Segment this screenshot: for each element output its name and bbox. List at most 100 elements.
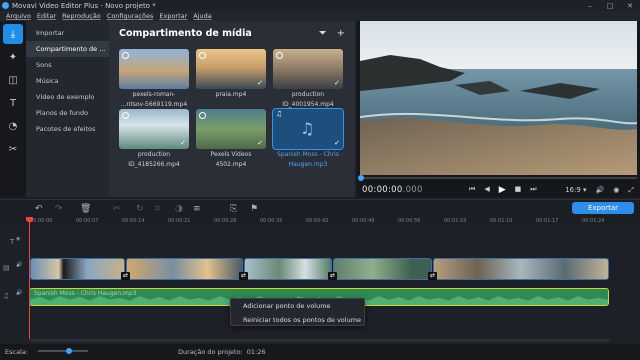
- add-volume-point-item[interactable]: Adicionar ponto de volume: [231, 299, 364, 313]
- video-clip[interactable]: [433, 258, 609, 280]
- aspect-ratio-select[interactable]: 16:9 ▾: [565, 186, 586, 195]
- media-item[interactable]: ✓ production ID_4001954.mp4: [273, 49, 343, 109]
- ruler-tick-label: 00:00:56: [398, 218, 421, 224]
- window-controls: – □ ✕: [580, 2, 640, 10]
- ruler-tick-label: 00:01:10: [490, 218, 513, 224]
- filters-tool-icon[interactable]: ✦: [3, 47, 23, 67]
- more-tools-icon[interactable]: ✂: [3, 139, 23, 159]
- info-icon[interactable]: [122, 52, 129, 59]
- transition-icon[interactable]: ⇄: [239, 272, 248, 280]
- skip-back-icon[interactable]: ⏮: [469, 185, 475, 195]
- add-icon[interactable]: +: [337, 28, 345, 39]
- timeline-scrollbar[interactable]: [30, 339, 610, 342]
- menu-ajuda[interactable]: Ajuda: [193, 12, 211, 20]
- menu-configuracoes[interactable]: Configurações: [107, 12, 154, 20]
- info-icon[interactable]: [199, 112, 206, 119]
- category-importar[interactable]: Importar: [26, 25, 109, 41]
- delete-icon[interactable]: 🗑: [80, 204, 91, 214]
- filter-icon[interactable]: ⏷: [319, 28, 327, 39]
- media-item-name: production: [291, 91, 325, 98]
- titles-tool-icon[interactable]: T: [3, 93, 23, 113]
- ruler-tick-label: 00:00:35: [260, 218, 283, 224]
- close-button[interactable]: ✕: [620, 2, 640, 10]
- cut-icon[interactable]: ✂: [113, 204, 121, 214]
- used-check-icon: ✓: [257, 79, 263, 87]
- snapshot-icon[interactable]: ◉: [613, 186, 619, 195]
- category-pacotes-efeitos[interactable]: Pacotes de efeitos: [26, 121, 109, 137]
- media-item-name: ID_4185266.mp4: [128, 161, 180, 168]
- redo-icon[interactable]: ↷: [55, 204, 63, 214]
- step-back-icon[interactable]: ◀: [484, 185, 489, 195]
- zoom-slider[interactable]: [38, 348, 88, 354]
- category-planos-fundo[interactable]: Planos de fundo: [26, 105, 109, 121]
- preview-scrubber[interactable]: [358, 175, 637, 181]
- media-item[interactable]: pexels-roman- ...ntsov-5669119.mp4: [119, 49, 189, 109]
- import-tool-icon[interactable]: ⤓: [3, 24, 23, 44]
- preview-player: 00:00:00.000 ⏮ ◀ ▶ ■ ⏭ 16:9 ▾ 🔊 ◉ ⤢: [357, 21, 640, 197]
- transition-icon[interactable]: ⇄: [121, 272, 130, 280]
- undo-icon[interactable]: ↶: [35, 204, 43, 214]
- category-media-bin[interactable]: Compartimento de mídia: [26, 41, 109, 57]
- used-check-icon: ✓: [334, 79, 340, 87]
- title-bar: Movavi Video Editor Plus - Novo projeto …: [0, 0, 640, 11]
- media-item-name: production: [137, 151, 171, 158]
- import-categories: Importar Compartimento de mídia Sons Mús…: [26, 21, 109, 197]
- media-item-name: praia.mp4: [215, 91, 247, 98]
- ruler-tick-label: 00:00:07: [76, 218, 99, 224]
- category-video-exemplo[interactable]: Vídeo de exemplo: [26, 89, 109, 105]
- color-icon[interactable]: ◑: [175, 204, 183, 214]
- reset-volume-points-item[interactable]: Reiniciar todos os pontos de volume: [231, 313, 364, 327]
- maximize-button[interactable]: □: [600, 2, 620, 10]
- playhead[interactable]: [29, 217, 30, 339]
- media-item-name: 4502.mp4: [215, 161, 247, 168]
- media-bin-title: Compartimento de mídia: [119, 27, 252, 39]
- menu-exportar[interactable]: Exportar: [159, 12, 187, 20]
- video-clip[interactable]: [126, 258, 243, 280]
- stickers-tool-icon[interactable]: ◔: [3, 116, 23, 136]
- current-time: 00:00:00.000: [362, 185, 423, 195]
- transition-icon[interactable]: ⇄: [328, 272, 337, 280]
- media-item[interactable]: ✓ production ID_4185266.mp4: [119, 109, 189, 169]
- media-item-selected[interactable]: ♫ ♫ ✓ Spanish Moss - Chris Haugen.mp3: [272, 108, 344, 169]
- media-item[interactable]: ✓ praia.mp4: [196, 49, 266, 99]
- video-clip[interactable]: [30, 258, 125, 280]
- minimize-button[interactable]: –: [580, 2, 600, 10]
- music-note-icon: ♫: [276, 110, 283, 118]
- marker-icon[interactable]: ⚑: [250, 204, 258, 214]
- info-icon[interactable]: [276, 52, 283, 59]
- menu-arquivo[interactable]: Arquivo: [6, 12, 31, 20]
- fullscreen-icon[interactable]: ⤢: [628, 186, 634, 195]
- export-button[interactable]: Exportar: [572, 202, 634, 214]
- context-menu: Adicionar ponto de volume Reiniciar todo…: [230, 298, 365, 326]
- app-logo-icon: [2, 2, 9, 9]
- stop-icon[interactable]: ■: [515, 185, 522, 195]
- properties-icon[interactable]: ≡: [193, 204, 201, 214]
- volume-icon[interactable]: 🔊: [596, 186, 605, 195]
- rotate-icon[interactable]: ↻: [136, 204, 144, 214]
- info-icon[interactable]: [122, 112, 129, 119]
- menu-editar[interactable]: Editar: [37, 12, 56, 20]
- ruler-tick-label: 00:00:00: [30, 218, 53, 224]
- menu-reproducao[interactable]: Reprodução: [62, 12, 101, 20]
- info-icon[interactable]: [199, 52, 206, 59]
- category-musica[interactable]: Música: [26, 73, 109, 89]
- ruler-tick-label: 00:00:28: [214, 218, 237, 224]
- play-icon[interactable]: ▶: [499, 185, 506, 195]
- video-clip[interactable]: [244, 258, 332, 280]
- scrubber-handle[interactable]: [358, 175, 364, 181]
- transition-icon[interactable]: ⇄: [428, 272, 437, 280]
- crop-icon[interactable]: ⌗: [155, 204, 160, 214]
- transitions-tool-icon[interactable]: ◫: [3, 70, 23, 90]
- ruler-tick-label: 00:01:24: [582, 218, 605, 224]
- zoom-slider-handle[interactable]: [66, 348, 72, 354]
- video-clip[interactable]: [333, 258, 432, 280]
- audio-clip-label: Spanish Moss - Chris Haugen.mp3: [34, 290, 137, 297]
- timeline-ruler[interactable]: 00:00:00 00:00:07 00:00:14 00:00:21 00:0…: [0, 217, 640, 226]
- media-item[interactable]: ✓ Pexels Videos 4502.mp4: [196, 109, 266, 169]
- record-icon[interactable]: ⎘: [230, 204, 237, 214]
- skip-forward-icon[interactable]: ⏭: [530, 185, 536, 195]
- menu-bar: Arquivo Editar Reprodução Configurações …: [0, 11, 640, 21]
- used-check-icon: ✓: [180, 139, 186, 147]
- category-sons[interactable]: Sons: [26, 57, 109, 73]
- timeline-toolbar: ↶ ↷ 🗑 ✂ ↻ ⌗ ◑ ≡ ⎘ ⚑: [0, 199, 640, 217]
